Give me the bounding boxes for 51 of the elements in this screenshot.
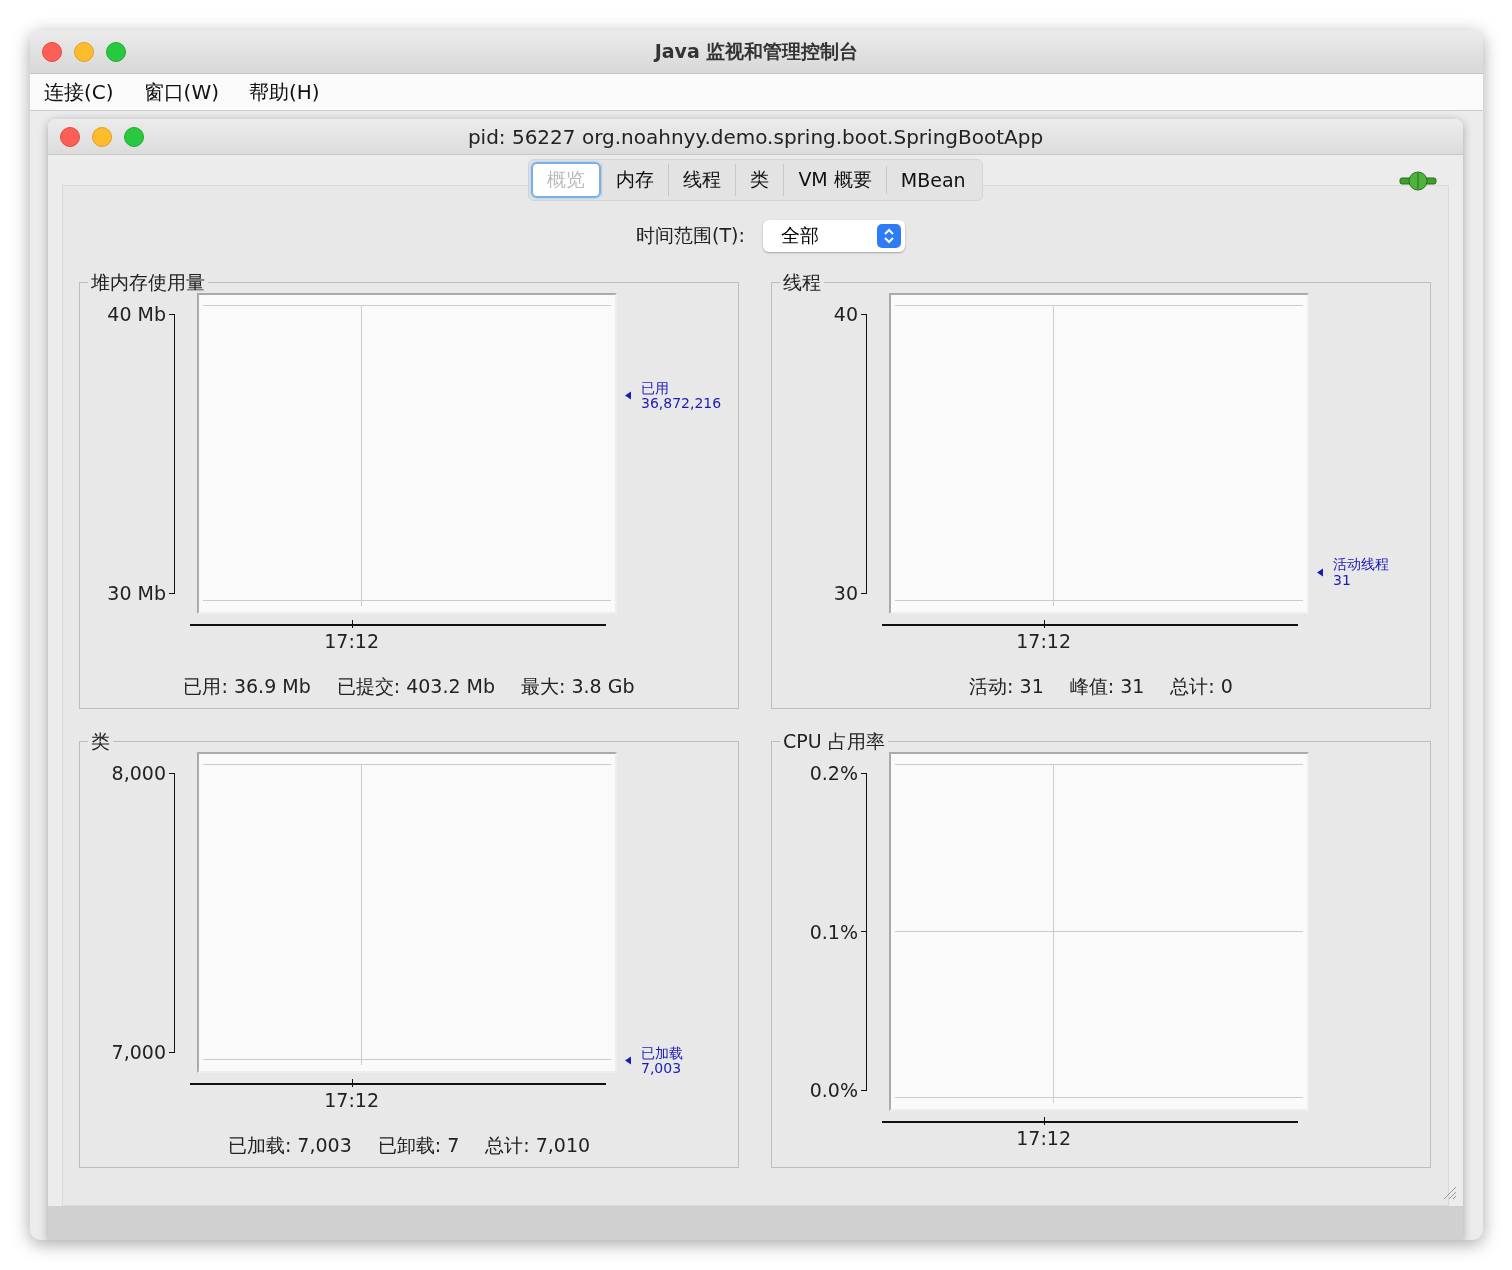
- axis-tick-label: 0.1%: [809, 920, 858, 943]
- legend-label: 活动线程: [1333, 556, 1389, 573]
- stat-text: 峰值: 31: [1069, 674, 1145, 699]
- tab[interactable]: 内存: [601, 164, 669, 196]
- stat-text: 总计: 0: [1170, 674, 1233, 699]
- axis-tick-label: 30 Mb: [107, 582, 166, 604]
- time-range-label: 时间范围(T):: [636, 223, 745, 248]
- axis-tick-label: 30: [833, 582, 858, 604]
- axis-tick-label: 0.2%: [809, 762, 858, 784]
- stepper-icon: [876, 224, 901, 248]
- stat-text: 已用: 36.9 Mb: [183, 674, 311, 699]
- tab[interactable]: 类: [735, 164, 784, 196]
- resize-grip-icon[interactable]: [1441, 1184, 1457, 1200]
- marker-icon: [625, 1057, 631, 1065]
- stat-text: 已加载: 7,003: [227, 1133, 352, 1158]
- zoom-button[interactable]: [124, 126, 144, 147]
- axis-tick-label: 17:12: [324, 1089, 380, 1111]
- axis-tick-label: 0.0%: [809, 1079, 858, 1101]
- stat-text: 最大: 3.8 Gb: [521, 674, 635, 699]
- legend-value: 31: [1333, 572, 1352, 588]
- stat-text: 活动: 31: [969, 674, 1044, 699]
- legend-value: 36,872,216: [641, 395, 722, 412]
- marker-icon: [1317, 568, 1323, 577]
- tab[interactable]: MBean: [885, 166, 980, 194]
- stat-text: 已卸载: 7: [377, 1133, 460, 1158]
- time-range-dropdown[interactable]: 全部: [762, 220, 905, 252]
- minimize-button[interactable]: [92, 126, 112, 147]
- window-title: Java 监视和管理控制台: [652, 38, 860, 64]
- menu-item[interactable]: 窗口(W): [143, 78, 219, 106]
- minimize-button[interactable]: [74, 41, 94, 62]
- axis-tick-label: 40: [833, 303, 858, 325]
- legend-label: 已用: [641, 380, 670, 396]
- menu-item[interactable]: 连接(C): [44, 78, 114, 106]
- menu-item[interactable]: 帮助(H): [248, 78, 320, 106]
- stat-text: 总计: 7,010: [485, 1133, 591, 1158]
- axis-tick-label: 8,000: [111, 762, 166, 784]
- zoom-button[interactable]: [106, 41, 126, 62]
- stat-text: 已提交: 403.2 Mb: [336, 674, 496, 699]
- tab[interactable]: 线程: [668, 164, 736, 196]
- legend-label: 已加载: [641, 1045, 683, 1061]
- close-button[interactable]: [60, 126, 80, 147]
- marker-icon: [625, 391, 631, 400]
- close-button[interactable]: [42, 41, 62, 62]
- axis-tick-label: 7,000: [111, 1041, 166, 1063]
- window-title: pid: 56227 org.noahnyy.demo.spring.boot.SpringBootApp: [466, 124, 1045, 149]
- axis-tick-label: 17:12: [324, 630, 380, 652]
- axis-tick-label: 17:12: [1016, 1127, 1072, 1149]
- tab[interactable]: VM 概要: [783, 164, 886, 196]
- legend-value: 7,003: [641, 1061, 683, 1077]
- axis-tick-label: 17:12: [1016, 630, 1072, 652]
- axis-tick-label: 40 Mb: [107, 303, 166, 325]
